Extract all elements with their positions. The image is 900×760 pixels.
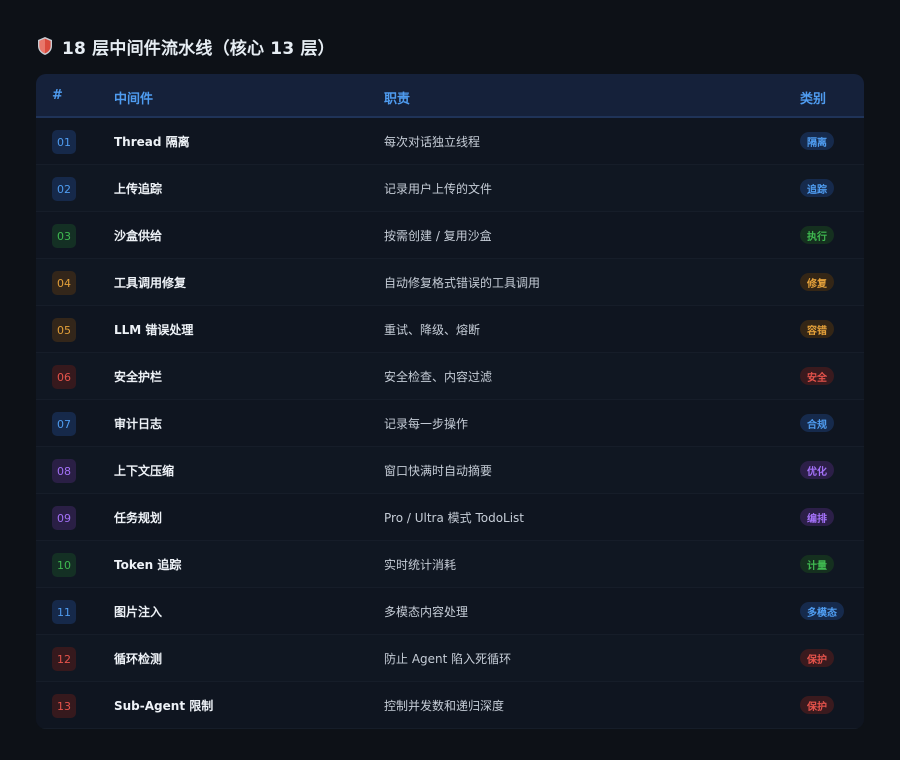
table-row: 04 工具调用修复 自动修复格式错误的工具调用 修复 [36, 259, 864, 306]
middleware-name: 审计日志 [114, 417, 163, 431]
middleware-description: 每次对话独立线程 [384, 135, 481, 149]
middleware-description: 记录每一步操作 [384, 417, 469, 431]
middleware-description: 实时统计消耗 [384, 558, 457, 572]
middleware-description: 重试、降级、熔断 [384, 323, 481, 337]
row-number-badge: 05 [52, 318, 76, 342]
middleware-name: 任务规划 [114, 511, 163, 525]
table-row: 10 Token 追踪 实时统计消耗 计量 [36, 541, 864, 588]
table-row: 03 沙盒供给 按需创建 / 复用沙盒 执行 [36, 212, 864, 259]
table-row: 11 图片注入 多模态内容处理 多模态 [36, 588, 864, 635]
middleware-name: Sub-Agent 限制 [114, 699, 214, 713]
row-number-badge: 02 [52, 177, 76, 201]
header-category: 类别 [800, 92, 827, 107]
table-row: 07 审计日志 记录每一步操作 合规 [36, 400, 864, 447]
middleware-name: 上传追踪 [114, 182, 163, 196]
table-row: 06 安全护栏 安全检查、内容过滤 安全 [36, 353, 864, 400]
category-badge: 合规 [800, 414, 834, 432]
middleware-description: 窗口快满时自动摘要 [384, 464, 493, 478]
page: 18 层中间件流水线（核心 13 层） # 中间件 职责 类别 01 Thread… [0, 0, 900, 760]
table-row: 09 任务规划 Pro / Ultra 模式 TodoList 编排 [36, 494, 864, 541]
header-num: # [52, 88, 63, 103]
middleware-table: # 中间件 职责 类别 01 Thread 隔离 每次对话独立线程 隔离 02 上传追踪记… [36, 74, 864, 729]
middleware-description: 多模态内容处理 [384, 605, 469, 619]
middleware-description: 记录用户上传的文件 [384, 182, 493, 196]
row-number-badge: 11 [52, 600, 76, 624]
middleware-name: Thread 隔离 [114, 135, 190, 149]
category-badge: 保护 [800, 696, 834, 714]
category-badge: 修复 [800, 273, 834, 291]
table-header: # 中间件 职责 类别 [36, 74, 864, 118]
middleware-name: 循环检测 [114, 652, 163, 666]
middleware-name: LLM 错误处理 [114, 323, 194, 337]
row-number-badge: 13 [52, 694, 76, 718]
table-row: 08 上下文压缩 窗口快满时自动摘要 优化 [36, 447, 864, 494]
shield-icon [36, 36, 54, 56]
row-number-badge: 12 [52, 647, 76, 671]
middleware-name: 图片注入 [114, 605, 163, 619]
middleware-name: 沙盒供给 [114, 229, 163, 243]
category-badge: 容错 [800, 320, 834, 338]
table-row: 01 Thread 隔离 每次对话独立线程 隔离 [36, 118, 864, 165]
table-row: 05 LLM 错误处理 重试、降级、熔断 容错 [36, 306, 864, 353]
table-body: 01 Thread 隔离 每次对话独立线程 隔离 02 上传追踪 记录用户上传的文件 追踪 03… [36, 118, 864, 729]
row-number-badge: 08 [52, 459, 76, 483]
table-row: 12 循环检测 防止 Agent 陷入死循环 保护 [36, 635, 864, 682]
category-badge: 优化 [800, 461, 834, 479]
header-name: 中间件 [114, 92, 154, 107]
middleware-name: 工具调用修复 [114, 276, 187, 290]
table-row: 02 上传追踪 记录用户上传的文件 追踪 [36, 165, 864, 212]
middleware-name: 安全护栏 [114, 370, 163, 384]
category-badge: 执行 [800, 226, 834, 244]
middleware-name: 上下文压缩 [114, 464, 175, 478]
row-number-badge: 01 [52, 130, 76, 154]
category-badge: 计量 [800, 555, 834, 573]
middleware-description: 自动修复格式错误的工具调用 [384, 276, 541, 290]
middleware-description: 按需创建 / 复用沙盒 [384, 229, 492, 243]
category-badge: 编排 [800, 508, 834, 526]
category-badge: 追踪 [800, 179, 834, 197]
category-badge: 保护 [800, 649, 834, 667]
row-number-badge: 06 [52, 365, 76, 389]
row-number-badge: 10 [52, 553, 76, 577]
category-badge: 多模态 [800, 602, 844, 620]
category-badge: 隔离 [800, 132, 834, 150]
table-row: 13 Sub-Agent 限制 控制并发数和递归深度 保护 [36, 682, 864, 729]
header-desc: 职责 [384, 92, 411, 107]
middleware-description: 安全检查、内容过滤 [384, 370, 493, 384]
row-number-badge: 04 [52, 271, 76, 295]
middleware-description: 控制并发数和递归深度 [384, 699, 505, 713]
middleware-description: 防止 Agent 陷入死循环 [384, 652, 512, 666]
row-number-badge: 09 [52, 506, 76, 530]
row-number-badge: 03 [52, 224, 76, 248]
page-title: 18 层中间件流水线（核心 13 层） [62, 38, 335, 59]
middleware-description: Pro / Ultra 模式 TodoList [384, 511, 525, 525]
category-badge: 安全 [800, 367, 834, 385]
page-title-row: 18 层中间件流水线（核心 13 层） [36, 34, 335, 59]
middleware-name: Token 追踪 [114, 558, 182, 572]
row-number-badge: 07 [52, 412, 76, 436]
